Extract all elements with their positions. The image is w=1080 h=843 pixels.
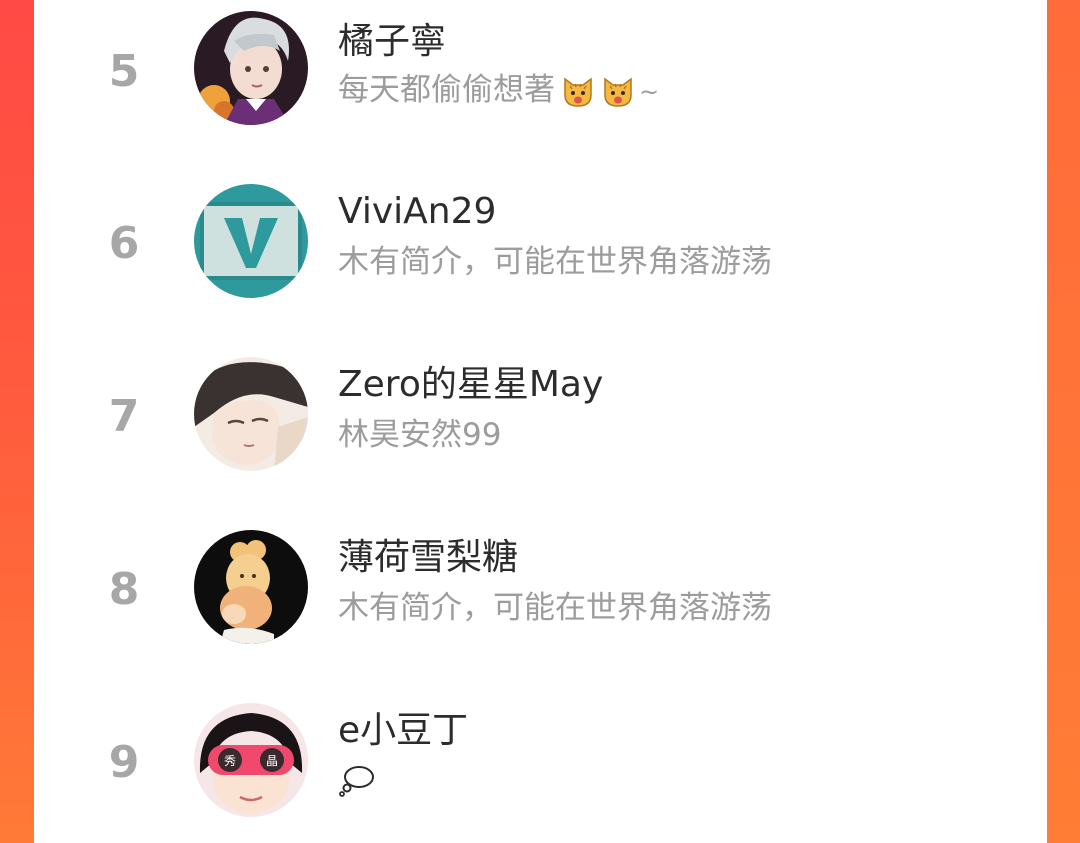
rank-number: 6 xyxy=(108,218,140,269)
badge-glyph: 晶 xyxy=(266,754,278,768)
avatar-image xyxy=(194,530,308,644)
list-item[interactable]: 9 秀 晶 e小豆丁 xyxy=(34,691,1047,831)
avatar-image xyxy=(194,357,308,471)
avatar-image xyxy=(194,11,308,125)
background-strip xyxy=(1047,0,1080,843)
description-tail: ~ xyxy=(639,78,660,106)
avatar[interactable] xyxy=(194,11,308,125)
user-description: 每天都偷偷想著 ~ xyxy=(338,73,659,109)
user-name[interactable]: Zero的星星May xyxy=(338,365,603,405)
rank-number: 9 xyxy=(108,737,140,788)
ranking-panel: 5 橘子寧 每天都偷偷想著 ~ 6 ViviAn29 木有简介，可能在世界角落游… xyxy=(34,0,1047,843)
avatar[interactable] xyxy=(194,357,308,471)
list-item[interactable]: 5 橘子寧 每天都偷偷想著 ~ xyxy=(34,0,1047,140)
rank-number: 7 xyxy=(108,391,140,442)
description-text: 每天都偷偷想著 xyxy=(338,72,555,108)
rank-number: 5 xyxy=(108,46,140,97)
user-name[interactable]: 橘子寧 xyxy=(338,22,446,62)
avatar[interactable]: 秀 晶 xyxy=(194,703,308,817)
avatar-image: 秀 晶 xyxy=(194,703,308,817)
avatar-image xyxy=(194,184,308,298)
user-name[interactable]: 薄荷雪梨糖 xyxy=(338,538,518,578)
thought-bubble-icon xyxy=(339,766,374,797)
user-description: 木有简介，可能在世界角落游荡 xyxy=(338,590,772,626)
user-name[interactable]: ViviAn29 xyxy=(338,192,496,232)
user-name[interactable]: e小豆丁 xyxy=(338,711,468,751)
user-description: 林昊安然99 xyxy=(338,417,502,453)
cat-face-emoji xyxy=(564,77,592,107)
rank-number: 8 xyxy=(108,564,140,615)
badge-glyph: 秀 xyxy=(224,754,236,768)
cat-face-emoji xyxy=(604,77,632,107)
list-item[interactable]: 8 薄荷雪梨糖 木有简介，可能在世界角落游荡 xyxy=(34,518,1047,658)
avatar[interactable] xyxy=(194,184,308,298)
avatar[interactable] xyxy=(194,530,308,644)
list-item[interactable]: 7 Zero的星星May 林昊安然99 xyxy=(34,345,1047,485)
list-item[interactable]: 6 ViviAn29 木有简介，可能在世界角落游荡 xyxy=(34,172,1047,312)
user-description: 木有简介，可能在世界角落游荡 xyxy=(338,244,772,280)
